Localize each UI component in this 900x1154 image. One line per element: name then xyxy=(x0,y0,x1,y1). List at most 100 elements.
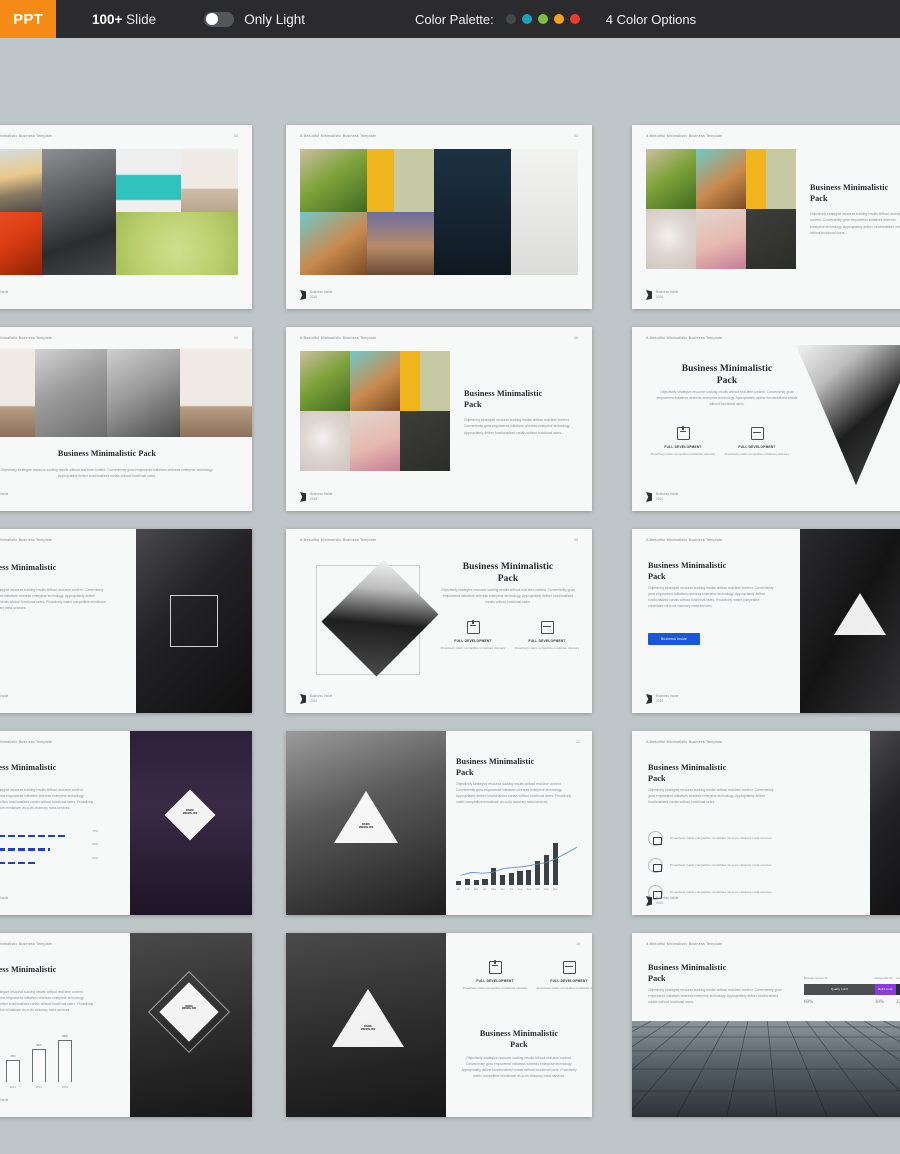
palette-dot-2[interactable] xyxy=(521,14,532,24)
slide-title-line2: Pack xyxy=(456,767,474,777)
slide-thumbnail[interactable]: A Beautiful Minimalistic Business Templa… xyxy=(0,125,252,309)
feature-title: FULL DEVELOPMENT xyxy=(528,639,566,643)
badge-line2: MINIMALISM xyxy=(358,826,374,829)
caption-block: Business Minimalistic Pack Objectively st… xyxy=(0,449,218,479)
footer-brand: Business Inside xyxy=(0,896,9,901)
icon-list-text: Proactively matrix competitive mindshare… xyxy=(670,889,772,894)
slide-thumbnail[interactable]: A Beautiful Minimalistic Business Templa… xyxy=(632,933,900,1117)
calendar-icon xyxy=(750,427,764,440)
neon-photo-pane: INSIDE MINIMALISM xyxy=(130,731,252,915)
bar-column: Jul xyxy=(508,873,514,891)
slide-kicker: A Beautiful Minimalistic Business Templa… xyxy=(0,942,53,946)
slide-thumbnail[interactable]: A Beautiful Minimalistic Business Templa… xyxy=(286,327,592,511)
slide-thumbnail[interactable]: A Beautiful Minimalistic Business Templa… xyxy=(632,327,900,511)
diamond-outline-icon xyxy=(147,970,231,1054)
footer-brand: Business Inside xyxy=(0,492,9,497)
dashed-stat-bar xyxy=(0,835,68,838)
slide-thumbnail[interactable]: INSIDE MINIMALISM 12 Business Minimalistic P… xyxy=(286,731,592,915)
bar-label: Sep xyxy=(526,888,532,891)
footer-year: 2016 xyxy=(310,699,318,703)
slide-footer-text: Business Inside2016 xyxy=(0,492,8,502)
photo-tile-raccoon xyxy=(511,149,578,275)
footer-year: 2016 xyxy=(0,901,8,906)
dashed-stat-row: 60% xyxy=(0,842,98,851)
slide-title-line1: Business Minimalistic xyxy=(648,763,727,772)
photo-tile-monster xyxy=(746,209,796,269)
slide-footer-text: Business Inside2016 xyxy=(656,896,678,906)
bar xyxy=(499,874,506,885)
palette-dot-4[interactable] xyxy=(553,14,564,24)
slide-thumbnail[interactable]: A Beautiful Minimalistic Business Templa… xyxy=(0,933,252,1117)
slide-body-text: Objectively strategize resource sucking … xyxy=(0,588,106,611)
framed-logo-icon xyxy=(170,595,218,647)
slide-header: A Beautiful Minimalistic Business Templa… xyxy=(646,336,900,340)
palette-dot-5[interactable] xyxy=(569,14,580,24)
slide-thumbnail[interactable]: A Beautiful Minimalistic Business Templa… xyxy=(0,327,252,511)
bar-label: Feb xyxy=(465,888,470,891)
slide-footer: Business Inside2016 xyxy=(0,290,8,300)
photo-tile-mermaid xyxy=(696,209,746,269)
segment: Build Limit xyxy=(874,984,897,995)
color-palette-label: Color Palette: xyxy=(415,11,494,27)
slide-thumbnail[interactable]: A Beautiful Minimalistic Business Templa… xyxy=(0,731,252,915)
segment-header: Design Plan 02 xyxy=(874,977,893,980)
slide-thumbnail[interactable]: A Beautiful Minimalistic Business Templa… xyxy=(632,731,900,915)
slide-title: Business MinimalisticPack xyxy=(0,563,108,584)
slide-number: 06 xyxy=(574,336,578,340)
slide-title: Business MinimalisticPack xyxy=(458,1029,580,1050)
slide-kicker: A Beautiful Minimalistic Business Templa… xyxy=(300,134,377,138)
icon-list-item: Proactively matrix competitive mindshare… xyxy=(648,831,782,846)
photo-tile-mouth xyxy=(0,212,42,275)
photo-mosaic xyxy=(646,149,796,269)
photo-tile-monster xyxy=(400,411,450,471)
bar-label: Aug xyxy=(517,888,523,891)
footer-brand: Business Inside xyxy=(0,290,9,295)
photo-mosaic xyxy=(0,349,252,437)
slide-thumbnail[interactable]: INSIDE MINIMALISM 15 FULL DEVELOPMENT Proact… xyxy=(286,933,592,1117)
bar-column: Mar xyxy=(473,880,479,891)
grid-lines xyxy=(632,1021,900,1117)
slide-footer: Business Inside2016 xyxy=(0,492,8,502)
slide-kicker: A Beautiful Minimalistic Business Templa… xyxy=(646,336,723,340)
photo-tile-gallery xyxy=(179,349,252,437)
slide-number: 05 xyxy=(234,336,238,340)
slide-thumbnail[interactable]: A Beautiful Minimalistic Business Templa… xyxy=(0,529,252,713)
color-palette-dots[interactable] xyxy=(505,14,580,24)
briefcase-icon xyxy=(676,426,690,440)
slide-number: 03 xyxy=(574,134,578,138)
bar-value-label: 45% xyxy=(10,1054,16,1059)
bar-column: Dec xyxy=(552,842,558,891)
slide-title: Business Minimalistic Pack xyxy=(57,449,157,458)
slide-thumbnail[interactable]: A Beautiful Minimalistic Business Templa… xyxy=(286,125,592,309)
photo-tile-croc xyxy=(300,149,367,212)
palette-dot-1[interactable] xyxy=(505,14,516,24)
slide-number: 09 xyxy=(574,538,578,542)
slide-thumbnail[interactable]: A Beautiful Minimalistic Business Templa… xyxy=(632,529,900,713)
slide-title-line2: Pack xyxy=(464,399,482,409)
photo-tile-dune xyxy=(366,212,434,275)
segment-header: Consulting 03 xyxy=(896,977,900,980)
feature-item: FULL DEVELOPMENT Proactively matrix compe… xyxy=(532,961,592,991)
feature-desc: Proactively matrix competitive mindshare… xyxy=(536,986,592,990)
only-light-toggle[interactable] xyxy=(204,11,235,27)
palette-dot-3[interactable] xyxy=(537,14,548,24)
side-text-block: Business Minimalistic Pack Objectively str… xyxy=(464,389,578,436)
segment-value: 22% xyxy=(896,1000,900,1005)
slide-kicker: A Beautiful Minimalistic Business Templa… xyxy=(0,336,53,340)
slide-body-text: Objectively strategize resource sucking … xyxy=(464,418,571,435)
app-logo-ppt[interactable]: PPT xyxy=(0,0,56,38)
slide-title-line2: Pack xyxy=(648,571,666,581)
slide-thumbnail[interactable]: A Beautiful Minimalistic Business Templa… xyxy=(286,529,592,713)
slide-header: A Beautiful Minimalistic Business Templa… xyxy=(0,134,238,138)
bar-column: May xyxy=(491,868,497,891)
cta-button[interactable]: Business Inside xyxy=(648,633,700,645)
dancer-photo-pane: INSIDE MINIMALISM xyxy=(286,731,446,915)
photo-tile-street xyxy=(0,349,35,437)
bar-label: Jul xyxy=(509,888,513,891)
footer-brand: Business Inside xyxy=(0,1098,9,1103)
only-light-toggle-group[interactable]: Only Light xyxy=(204,11,305,27)
vertical-bars: 38%201145%201268%201388%2014 xyxy=(0,1034,72,1089)
slide-thumbnail[interactable]: A Beautiful Minimalistic Business Templa… xyxy=(632,125,900,309)
slide-title: Business MinimalisticPack xyxy=(652,363,802,388)
slide-count-label: 100+ Slide xyxy=(92,12,156,27)
